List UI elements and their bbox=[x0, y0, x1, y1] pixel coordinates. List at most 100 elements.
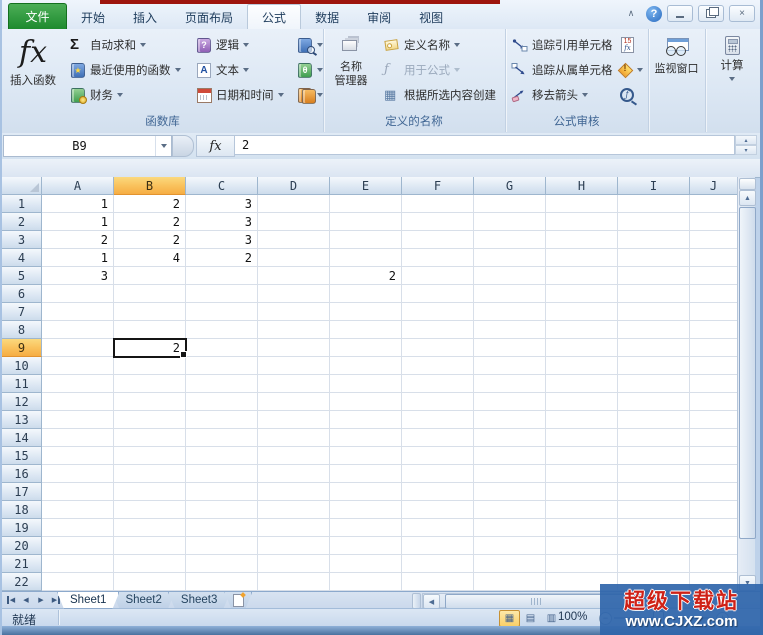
row-header-2[interactable]: 2 bbox=[2, 213, 42, 231]
watch-window-button[interactable]: 监视窗口 bbox=[650, 30, 703, 118]
cell-A3[interactable]: 2 bbox=[42, 231, 114, 249]
tab-insert[interactable]: 插入 bbox=[119, 5, 171, 29]
autosum-button[interactable]: Σ 自动求和 bbox=[66, 33, 150, 56]
cell-I3[interactable] bbox=[618, 231, 690, 249]
first-sheet-icon[interactable]: ◀ bbox=[4, 593, 18, 607]
cell-D15[interactable] bbox=[258, 447, 330, 465]
cell-G21[interactable] bbox=[474, 555, 546, 573]
row-header-20[interactable]: 20 bbox=[2, 537, 42, 555]
cell-H1[interactable] bbox=[546, 195, 618, 213]
row-header-13[interactable]: 13 bbox=[2, 411, 42, 429]
cell-E6[interactable] bbox=[330, 285, 402, 303]
row-header-4[interactable]: 4 bbox=[2, 249, 42, 267]
formula-expand-icon[interactable]: ▾ bbox=[735, 145, 757, 155]
row-header-16[interactable]: 16 bbox=[2, 465, 42, 483]
text-button[interactable]: A 文本 bbox=[192, 58, 253, 81]
cell-E9[interactable] bbox=[330, 339, 402, 357]
cell-G9[interactable] bbox=[474, 339, 546, 357]
cell-H12[interactable] bbox=[546, 393, 618, 411]
cell-G4[interactable] bbox=[474, 249, 546, 267]
row-header-1[interactable]: 1 bbox=[2, 195, 42, 213]
cell-F11[interactable] bbox=[402, 375, 474, 393]
cell-D21[interactable] bbox=[258, 555, 330, 573]
cell-E21[interactable] bbox=[330, 555, 402, 573]
tab-formulas[interactable]: 公式 bbox=[247, 4, 301, 29]
cell-E8[interactable] bbox=[330, 321, 402, 339]
cell-E7[interactable] bbox=[330, 303, 402, 321]
tab-review[interactable]: 审阅 bbox=[353, 5, 405, 29]
page-layout-view-button[interactable]: ▤ bbox=[520, 610, 541, 627]
row-header-6[interactable]: 6 bbox=[2, 285, 42, 303]
insert-function-fx-button[interactable]: fx bbox=[196, 135, 235, 157]
cell-E20[interactable] bbox=[330, 537, 402, 555]
cell-G5[interactable] bbox=[474, 267, 546, 285]
cell-B22[interactable] bbox=[114, 573, 186, 591]
cell-B21[interactable] bbox=[114, 555, 186, 573]
cell-A12[interactable] bbox=[42, 393, 114, 411]
tab-scroll-splitter[interactable] bbox=[412, 593, 421, 609]
cell-B5[interactable] bbox=[114, 267, 186, 285]
cell-D2[interactable] bbox=[258, 213, 330, 231]
trace-dependents-button[interactable]: 追踪从属单元格 bbox=[507, 58, 617, 81]
cell-I11[interactable] bbox=[618, 375, 690, 393]
cell-F12[interactable] bbox=[402, 393, 474, 411]
more-functions-button[interactable] bbox=[293, 83, 327, 106]
cell-F20[interactable] bbox=[402, 537, 474, 555]
cell-H15[interactable] bbox=[546, 447, 618, 465]
cell-C1[interactable]: 3 bbox=[186, 195, 258, 213]
cell-J1[interactable] bbox=[690, 195, 737, 213]
cell-B10[interactable] bbox=[114, 357, 186, 375]
column-header-D[interactable]: D bbox=[258, 177, 330, 195]
tab-data[interactable]: 数据 bbox=[301, 5, 353, 29]
cell-F10[interactable] bbox=[402, 357, 474, 375]
cell-B19[interactable] bbox=[114, 519, 186, 537]
cell-E11[interactable] bbox=[330, 375, 402, 393]
cell-G14[interactable] bbox=[474, 429, 546, 447]
cell-B17[interactable] bbox=[114, 483, 186, 501]
cell-C21[interactable] bbox=[186, 555, 258, 573]
cell-F7[interactable] bbox=[402, 303, 474, 321]
cell-B16[interactable] bbox=[114, 465, 186, 483]
cell-F19[interactable] bbox=[402, 519, 474, 537]
cell-A7[interactable] bbox=[42, 303, 114, 321]
cell-A22[interactable] bbox=[42, 573, 114, 591]
cell-C6[interactable] bbox=[186, 285, 258, 303]
column-header-J[interactable]: J bbox=[690, 177, 737, 195]
cell-I4[interactable] bbox=[618, 249, 690, 267]
cell-A16[interactable] bbox=[42, 465, 114, 483]
cell-J14[interactable] bbox=[690, 429, 737, 447]
scroll-up-icon[interactable]: ▲ bbox=[739, 190, 756, 206]
cell-B2[interactable]: 2 bbox=[114, 213, 186, 231]
cell-I15[interactable] bbox=[618, 447, 690, 465]
logical-button[interactable]: ? 逻辑 bbox=[192, 33, 253, 56]
cell-B6[interactable] bbox=[114, 285, 186, 303]
next-sheet-icon[interactable]: ▶ bbox=[34, 593, 48, 607]
row-header-8[interactable]: 8 bbox=[2, 321, 42, 339]
financial-button[interactable]: 财务 bbox=[66, 83, 127, 106]
cell-H2[interactable] bbox=[546, 213, 618, 231]
error-checking-button[interactable]: ! bbox=[613, 58, 647, 81]
cell-A21[interactable] bbox=[42, 555, 114, 573]
cell-H8[interactable] bbox=[546, 321, 618, 339]
trace-precedents-button[interactable]: 追踪引用单元格 bbox=[507, 33, 617, 56]
cell-B3[interactable]: 2 bbox=[114, 231, 186, 249]
cell-I6[interactable] bbox=[618, 285, 690, 303]
close-button[interactable]: × bbox=[729, 5, 755, 22]
cell-B9[interactable]: 2 bbox=[114, 339, 186, 357]
cell-D13[interactable] bbox=[258, 411, 330, 429]
cell-B20[interactable] bbox=[114, 537, 186, 555]
row-header-17[interactable]: 17 bbox=[2, 483, 42, 501]
cell-D12[interactable] bbox=[258, 393, 330, 411]
cell-D6[interactable] bbox=[258, 285, 330, 303]
row-header-12[interactable]: 12 bbox=[2, 393, 42, 411]
cell-C13[interactable] bbox=[186, 411, 258, 429]
cell-I2[interactable] bbox=[618, 213, 690, 231]
cell-F4[interactable] bbox=[402, 249, 474, 267]
formula-input[interactable]: 2 bbox=[234, 135, 735, 155]
cell-C7[interactable] bbox=[186, 303, 258, 321]
cell-G12[interactable] bbox=[474, 393, 546, 411]
cell-A11[interactable] bbox=[42, 375, 114, 393]
cell-E17[interactable] bbox=[330, 483, 402, 501]
cell-J9[interactable] bbox=[690, 339, 737, 357]
cell-G2[interactable] bbox=[474, 213, 546, 231]
